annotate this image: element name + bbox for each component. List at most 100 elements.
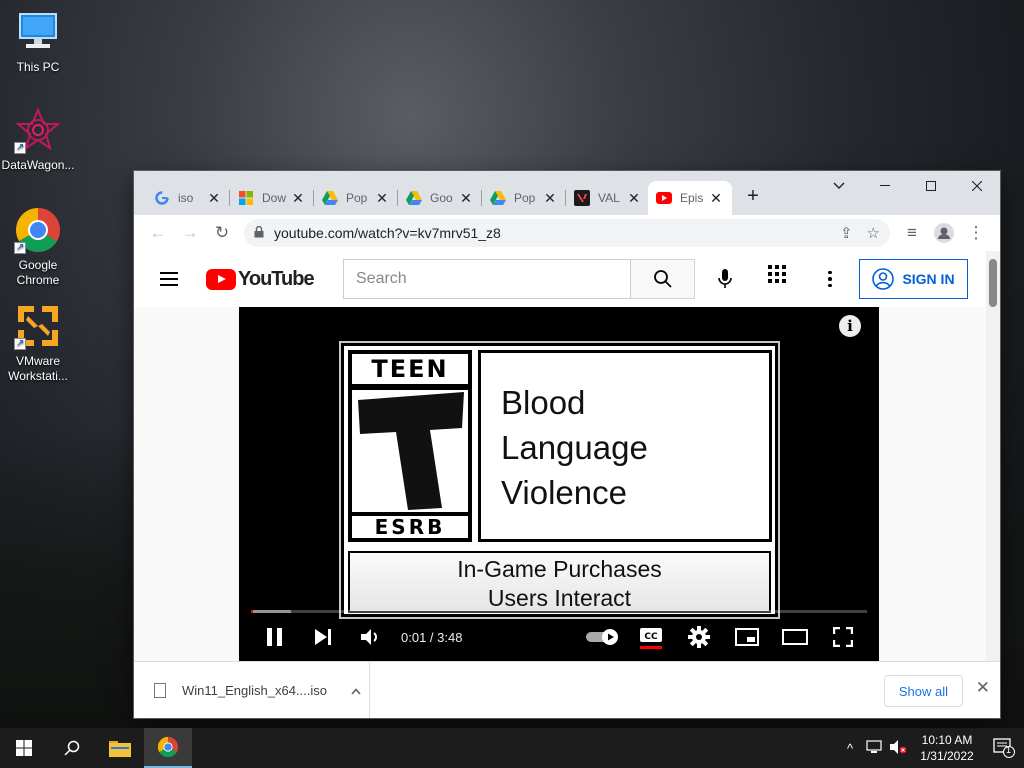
search-button[interactable] xyxy=(631,259,695,299)
media-control-icon[interactable]: ≡ xyxy=(896,219,928,247)
tab-6[interactable]: VAL ✕ xyxy=(566,181,650,215)
interactive-elements: In-Game Purchases Users Interact xyxy=(348,551,771,613)
autoplay-toggle-icon xyxy=(586,629,618,645)
page-scrollbar[interactable] xyxy=(986,251,1000,661)
hamburger-menu-icon[interactable] xyxy=(150,259,190,299)
apps-grid-icon xyxy=(768,265,786,283)
microsoft-icon xyxy=(238,190,254,206)
google-icon xyxy=(154,190,170,206)
chrome-icon xyxy=(157,736,179,758)
taskbar: ^ 10:10 AM 1/31/2022 1 xyxy=(0,728,1024,768)
back-button[interactable]: ← xyxy=(142,219,174,247)
autoplay-toggle[interactable] xyxy=(579,617,627,657)
chrome-icon xyxy=(14,206,62,255)
progress-played xyxy=(251,610,253,613)
tab-close-icon[interactable]: ✕ xyxy=(708,190,724,207)
share-icon[interactable]: ⇪ xyxy=(840,224,853,242)
address-bar[interactable]: youtube.com/watch?v=kv7mrv51_z8 ⇪ ☆ xyxy=(244,219,890,247)
start-button[interactable] xyxy=(0,728,48,768)
settings-button[interactable] xyxy=(675,617,723,657)
tab-close-icon[interactable]: ✕ xyxy=(458,190,474,207)
forward-button[interactable]: → xyxy=(174,219,206,247)
subtitles-button[interactable]: CC xyxy=(627,617,675,657)
info-icon[interactable]: i xyxy=(839,315,861,337)
youtube-play-icon xyxy=(206,268,236,290)
theater-mode-button[interactable] xyxy=(771,617,819,657)
desktop-icon-datawagon[interactable]: DataWagon... xyxy=(0,106,76,173)
desktop-icon-label: This PC xyxy=(16,60,60,74)
tab-search-button[interactable] xyxy=(816,171,862,201)
chevron-up-icon[interactable]: ^ xyxy=(838,741,862,756)
progress-loaded xyxy=(251,610,292,613)
download-item[interactable]: Win11_English_x64....iso xyxy=(134,661,370,718)
descriptor-3: Violence xyxy=(501,474,627,511)
desktop-icon-google-chrome[interactable]: Google Chrome xyxy=(0,206,76,288)
datawagon-icon xyxy=(14,106,62,155)
network-icon[interactable] xyxy=(862,739,886,757)
close-download-bar-icon[interactable]: ✕ xyxy=(976,678,990,698)
search-input[interactable]: Search xyxy=(343,259,631,299)
cc-icon: CC xyxy=(640,628,662,649)
microphone-icon xyxy=(718,269,732,288)
settings-more-icon[interactable] xyxy=(822,263,838,295)
svg-text:CC: CC xyxy=(644,632,658,642)
profile-avatar-icon[interactable] xyxy=(928,219,960,247)
tab-3[interactable]: Pop ✕ xyxy=(314,181,398,215)
esrb-badge: TEEN ESRB xyxy=(348,350,472,542)
bookmark-star-icon[interactable]: ☆ xyxy=(867,224,880,242)
tab-title: Pop xyxy=(514,191,536,205)
google-drive-icon xyxy=(490,190,506,206)
action-center-button[interactable]: 1 xyxy=(984,738,1024,758)
desktop-icon-this-pc[interactable]: This PC xyxy=(0,8,76,75)
fullscreen-button[interactable] xyxy=(819,617,867,657)
tab-close-icon[interactable]: ✕ xyxy=(290,190,306,207)
tab-close-icon[interactable]: ✕ xyxy=(542,190,558,207)
new-tab-button[interactable]: + xyxy=(741,185,765,209)
tab-close-icon[interactable]: ✕ xyxy=(206,190,222,207)
reload-button[interactable]: ↻ xyxy=(206,219,238,247)
sign-in-button[interactable]: SIGN IN xyxy=(859,259,968,299)
notification-count: 1 xyxy=(1005,745,1011,755)
tab-title: iso xyxy=(178,191,194,205)
chevron-up-icon[interactable] xyxy=(351,683,361,698)
miniplayer-button[interactable] xyxy=(723,617,771,657)
progress-bar[interactable] xyxy=(251,610,867,613)
youtube-logo[interactable]: YouTube xyxy=(206,268,315,291)
pause-button[interactable] xyxy=(251,617,299,657)
scrollbar-thumb[interactable] xyxy=(989,259,997,307)
tab-1[interactable]: iso ✕ xyxy=(146,181,230,215)
video-player[interactable]: TEEN ESRB Blood Language Violence In-Gam… xyxy=(239,307,879,661)
taskbar-search-button[interactable] xyxy=(48,728,96,768)
search-box: Search xyxy=(343,259,695,299)
tab-5[interactable]: Pop ✕ xyxy=(482,181,566,215)
tab-title: Dow xyxy=(262,191,287,205)
desktop-icon-vmware[interactable]: VMware Workstati... xyxy=(0,302,76,384)
volume-icon xyxy=(361,629,377,645)
maximize-button[interactable] xyxy=(908,171,954,201)
show-all-button[interactable]: Show all xyxy=(883,675,963,707)
taskbar-chrome[interactable] xyxy=(144,728,192,768)
chrome-menu-icon[interactable]: ⋮ xyxy=(960,219,992,247)
taskbar-file-explorer[interactable] xyxy=(96,728,144,768)
shortcut-arrow-icon xyxy=(14,140,26,155)
tab-2[interactable]: Dow ✕ xyxy=(230,181,314,215)
close-button[interactable] xyxy=(954,171,1000,201)
youtube-page: YouTube Search SIGN IN TEEN ESRB Blood L… xyxy=(134,251,1000,661)
next-button[interactable] xyxy=(299,617,347,657)
sign-in-label: SIGN IN xyxy=(902,271,955,287)
apps-grid-button[interactable] xyxy=(768,265,786,288)
tab-4[interactable]: Goo ✕ xyxy=(398,181,482,215)
volume-muted-icon[interactable] xyxy=(886,739,910,757)
interactive-1: In-Game Purchases xyxy=(457,556,662,582)
rating-age: TEEN xyxy=(352,354,468,384)
volume-button[interactable] xyxy=(347,617,395,657)
google-drive-icon xyxy=(406,190,422,206)
tab-close-icon[interactable]: ✕ xyxy=(374,190,390,207)
minimize-button[interactable] xyxy=(862,171,908,201)
tab-close-icon[interactable]: ✕ xyxy=(626,190,642,207)
rating-t-letter xyxy=(352,390,468,512)
gear-icon xyxy=(688,626,710,648)
voice-search-button[interactable] xyxy=(709,263,741,295)
tab-7-active[interactable]: Epis ✕ xyxy=(648,181,732,215)
clock[interactable]: 10:10 AM 1/31/2022 xyxy=(910,732,984,764)
